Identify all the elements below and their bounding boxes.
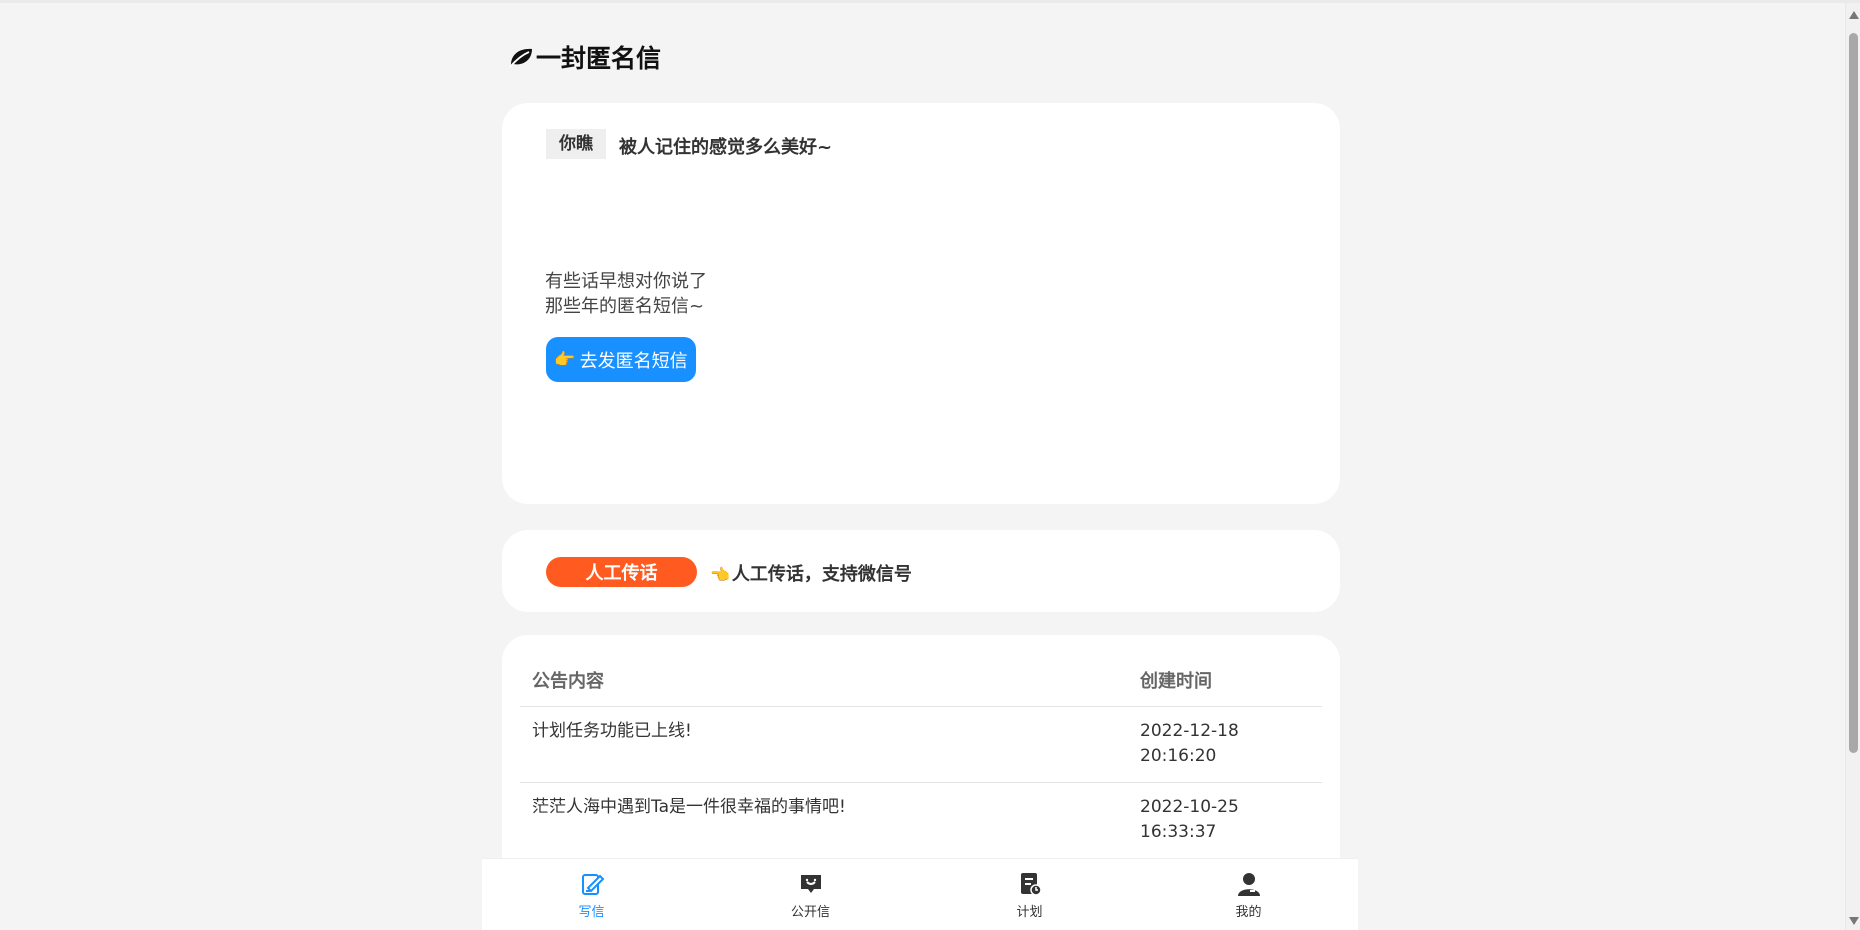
announcement-time: 2022-12-18 20:16:20 bbox=[1140, 721, 1239, 766]
hero-description: 有些话早想对你说了 那些年的匿名短信~ bbox=[545, 269, 707, 319]
tab-plan[interactable]: 计划 bbox=[920, 859, 1139, 930]
table-header: 公告内容 创建时间 bbox=[520, 653, 1322, 707]
announcement-content: 计划任务功能已上线! bbox=[532, 721, 692, 741]
column-header-content: 公告内容 bbox=[532, 670, 604, 692]
pointing-right-icon: 👉 bbox=[554, 349, 576, 370]
hero-card: 你瞧 被人记住的感觉多么美好~ 有些话早想对你说了 那些年的匿名短信~ 👉 去发… bbox=[502, 103, 1340, 504]
announcement-table: 公告内容 创建时间 计划任务功能已上线! 2022-12-18 20:16:20… bbox=[520, 653, 1322, 859]
human-relay-card[interactable]: 人工传话 👈 人工传话，支持微信号 bbox=[502, 530, 1340, 612]
hero-tag: 你瞧 bbox=[546, 129, 606, 159]
tab-label-public-letter: 公开信 bbox=[790, 905, 830, 920]
public-letter-icon bbox=[800, 875, 821, 893]
tab-label-write-letter: 写信 bbox=[578, 905, 605, 920]
tab-label-mine: 我的 bbox=[1235, 905, 1262, 920]
tab-mine[interactable]: 我的 bbox=[1139, 859, 1358, 930]
column-header-time: 创建时间 bbox=[1140, 670, 1212, 692]
pointing-left-icon: 👈 bbox=[710, 565, 730, 584]
scroll-up-arrow-icon[interactable] bbox=[1849, 11, 1859, 19]
table-row[interactable]: 茫茫人海中遇到Ta是一件很幸福的事情吧! 2022-10-25 16:33:37 bbox=[520, 783, 1322, 859]
bottom-tab-bar: 写信 公开信 计划 我的 bbox=[482, 858, 1358, 930]
announcement-time: 2022-10-25 16:33:37 bbox=[1140, 797, 1239, 842]
human-relay-tag[interactable]: 人工传话 bbox=[546, 557, 697, 587]
human-relay-text: 人工传话，支持微信号 bbox=[731, 564, 912, 585]
tab-write-letter[interactable]: 写信 bbox=[482, 859, 701, 930]
vertical-scrollbar[interactable] bbox=[1845, 3, 1860, 930]
hero-slogan: 被人记住的感觉多么美好~ bbox=[619, 137, 833, 158]
plan-icon bbox=[1020, 873, 1042, 896]
send-anonymous-sms-button[interactable]: 👉 去发匿名短信 bbox=[546, 337, 696, 382]
page: 一封匿名信 你瞧 被人记住的感觉多么美好~ 有些话早想对你说了 那些年的匿名短信… bbox=[0, 0, 1860, 930]
scroll-down-arrow-icon[interactable] bbox=[1849, 917, 1859, 925]
hero-desc-line-1: 有些话早想对你说了 bbox=[545, 271, 707, 292]
table-row[interactable]: 计划任务功能已上线! 2022-12-18 20:16:20 bbox=[520, 707, 1322, 783]
page-title: 一封匿名信 bbox=[508, 39, 661, 75]
hero-desc-line-2: 那些年的匿名短信~ bbox=[545, 296, 705, 317]
tab-public-letter[interactable]: 公开信 bbox=[701, 859, 920, 930]
leaf-icon bbox=[509, 48, 532, 68]
send-button-label: 去发匿名短信 bbox=[579, 350, 688, 372]
scroll-thumb[interactable] bbox=[1849, 33, 1858, 753]
write-letter-icon bbox=[581, 874, 604, 895]
announcement-content: 茫茫人海中遇到Ta是一件很幸福的事情吧! bbox=[532, 797, 846, 817]
tab-label-plan: 计划 bbox=[1016, 905, 1043, 920]
human-relay-description: 👈 人工传话，支持微信号 bbox=[710, 560, 912, 586]
page-title-text: 一封匿名信 bbox=[536, 44, 662, 73]
user-icon bbox=[1237, 873, 1260, 896]
